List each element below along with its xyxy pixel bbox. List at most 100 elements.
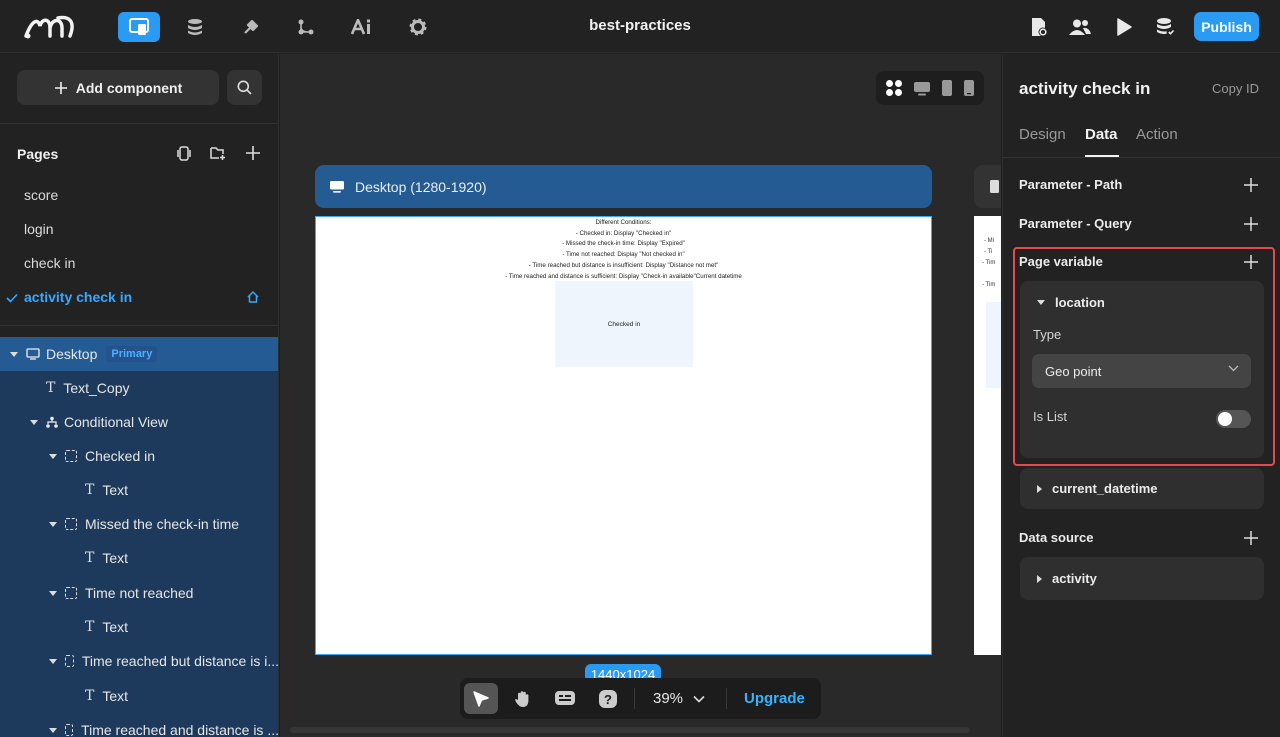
tree-item-text[interactable]: T Text	[0, 473, 278, 507]
page-variable-title: Page variable	[1019, 254, 1103, 269]
help-icon[interactable]: ?	[591, 683, 625, 714]
text-line: - Checked in: Display "Checked in"	[575, 229, 672, 237]
copy-id-button[interactable]: Copy ID	[1212, 81, 1259, 96]
container-icon	[65, 655, 74, 667]
tree-item-desktop[interactable]: Desktop Primary	[0, 337, 278, 371]
tree-item-not-reached[interactable]: Time not reached	[0, 576, 278, 610]
collapse-icon	[1037, 300, 1045, 305]
add-page-icon[interactable]	[244, 144, 262, 162]
database-icon[interactable]	[174, 12, 216, 42]
page-item-check-in[interactable]: check in	[24, 255, 75, 271]
add-data-source-icon[interactable]	[1244, 531, 1258, 545]
variable-header[interactable]: current_datetime	[1037, 481, 1157, 496]
tree-label: Time reached but distance is i...	[81, 653, 279, 669]
svg-text:?: ?	[604, 692, 612, 707]
page-item-activity-check-in[interactable]: activity check in	[24, 289, 132, 305]
tablet-frame[interactable]: - Mi - Ti - Tim - Tim	[974, 216, 1001, 655]
tree-label: Checked in	[85, 448, 156, 464]
mobile-icon[interactable]	[963, 79, 975, 97]
tree-label: Missed the check-in time	[85, 516, 240, 532]
tree-item-conditional-view[interactable]: Conditional View	[0, 405, 278, 439]
expand-icon[interactable]	[49, 658, 57, 664]
expand-icon[interactable]	[10, 351, 18, 357]
expand-icon	[1037, 484, 1042, 493]
divider	[634, 688, 635, 709]
data-source-card-activity[interactable]: activity	[1020, 557, 1264, 600]
plugin-icon[interactable]	[230, 12, 272, 42]
text-icon: T	[85, 482, 95, 498]
tablet-icon[interactable]	[941, 79, 953, 97]
add-query-parameter-icon[interactable]	[1244, 217, 1258, 231]
comment-tool-icon[interactable]	[548, 683, 582, 714]
tree-item-text[interactable]: T Text	[0, 541, 278, 575]
search-button[interactable]	[227, 70, 262, 105]
horizontal-scrollbar[interactable]	[290, 727, 970, 733]
is-list-toggle[interactable]	[1216, 410, 1251, 428]
expand-icon[interactable]	[49, 453, 57, 459]
expand-icon[interactable]	[49, 590, 57, 596]
tab-action[interactable]: Action	[1136, 126, 1178, 143]
tree-item-checked-in[interactable]: Checked in	[0, 439, 278, 473]
type-label: Type	[1033, 327, 1062, 342]
copy-page-icon[interactable]	[175, 144, 193, 162]
data-source-header[interactable]: activity	[1037, 571, 1097, 586]
expand-icon[interactable]	[49, 727, 57, 733]
add-path-parameter-icon[interactable]	[1244, 178, 1258, 192]
flow-icon[interactable]	[285, 12, 327, 42]
users-icon[interactable]	[1059, 12, 1101, 42]
parameter-query-title: Parameter - Query	[1019, 216, 1132, 231]
device-switcher	[876, 71, 984, 105]
primary-badge: Primary	[106, 346, 158, 362]
app-logo[interactable]	[22, 12, 80, 42]
layout-icon[interactable]	[118, 12, 160, 42]
text-line: - Missed the check-in time: Display "Exp…	[562, 240, 685, 248]
hand-tool-icon[interactable]	[506, 683, 540, 714]
conditions-text[interactable]: Different Conditions: - Checked in: Disp…	[316, 218, 931, 282]
expand-icon[interactable]	[49, 521, 57, 527]
tree-item-reached-sufficient[interactable]: Time reached and distance is ...	[0, 713, 278, 737]
tree-item-text[interactable]: T Text	[0, 610, 278, 644]
page-item-score[interactable]: score	[24, 187, 58, 203]
chevron-down-icon	[1228, 365, 1239, 372]
frame-label: Desktop (1280-1920)	[355, 178, 487, 195]
tree-item-text[interactable]: T Text	[0, 679, 278, 713]
zoom-select[interactable]: 39%	[653, 690, 705, 707]
canvas[interactable]: Desktop (1280-1920) Different Conditions…	[280, 54, 1001, 737]
gear-icon[interactable]	[397, 12, 439, 42]
variable-header[interactable]: location	[1037, 295, 1105, 310]
play-icon[interactable]	[1103, 12, 1145, 42]
divider	[1003, 157, 1280, 158]
add-component-button[interactable]: Add component	[17, 70, 219, 105]
home-icon[interactable]	[246, 290, 260, 304]
all-devices-icon[interactable]	[885, 79, 903, 97]
data-icon[interactable]	[1145, 12, 1187, 42]
tab-design[interactable]: Design	[1019, 126, 1066, 143]
tab-data[interactable]: Data	[1085, 126, 1118, 143]
checked-in-view[interactable]: Checked in	[555, 281, 693, 367]
ai-icon[interactable]	[341, 12, 383, 42]
tablet-frame-header[interactable]	[974, 165, 1001, 208]
variable-card-current-datetime[interactable]: current_datetime	[1020, 468, 1264, 509]
divider	[0, 325, 278, 326]
page-settings-icon[interactable]	[1018, 12, 1060, 42]
page-item-login[interactable]: login	[24, 221, 54, 237]
select-tool-icon[interactable]	[464, 683, 498, 714]
tree-label: Text	[102, 550, 129, 566]
add-folder-icon[interactable]	[209, 144, 227, 162]
variable-name: current_datetime	[1052, 481, 1158, 496]
tree-item-missed[interactable]: Missed the check-in time	[0, 507, 278, 541]
upgrade-button[interactable]: Upgrade	[744, 690, 805, 707]
desktop-frame[interactable]: Different Conditions: - Checked in: Disp…	[315, 216, 932, 655]
publish-button[interactable]: Publish	[1194, 12, 1259, 41]
add-page-variable-icon[interactable]	[1244, 255, 1258, 269]
checked-in-text: Checked in	[607, 320, 641, 328]
tree-item-reached-insufficient[interactable]: Time reached but distance is i...	[0, 644, 279, 678]
expand-icon[interactable]	[30, 419, 38, 425]
frame-header[interactable]: Desktop (1280-1920)	[315, 165, 932, 208]
tree-item-text-copy[interactable]: T Text_Copy	[0, 371, 278, 405]
desktop-icon	[26, 348, 40, 360]
container-icon	[65, 724, 74, 736]
desktop-icon[interactable]	[913, 81, 931, 96]
type-select[interactable]: Geo point	[1032, 354, 1251, 388]
text-line: - Time not reached: Display "Not checked…	[562, 251, 685, 259]
